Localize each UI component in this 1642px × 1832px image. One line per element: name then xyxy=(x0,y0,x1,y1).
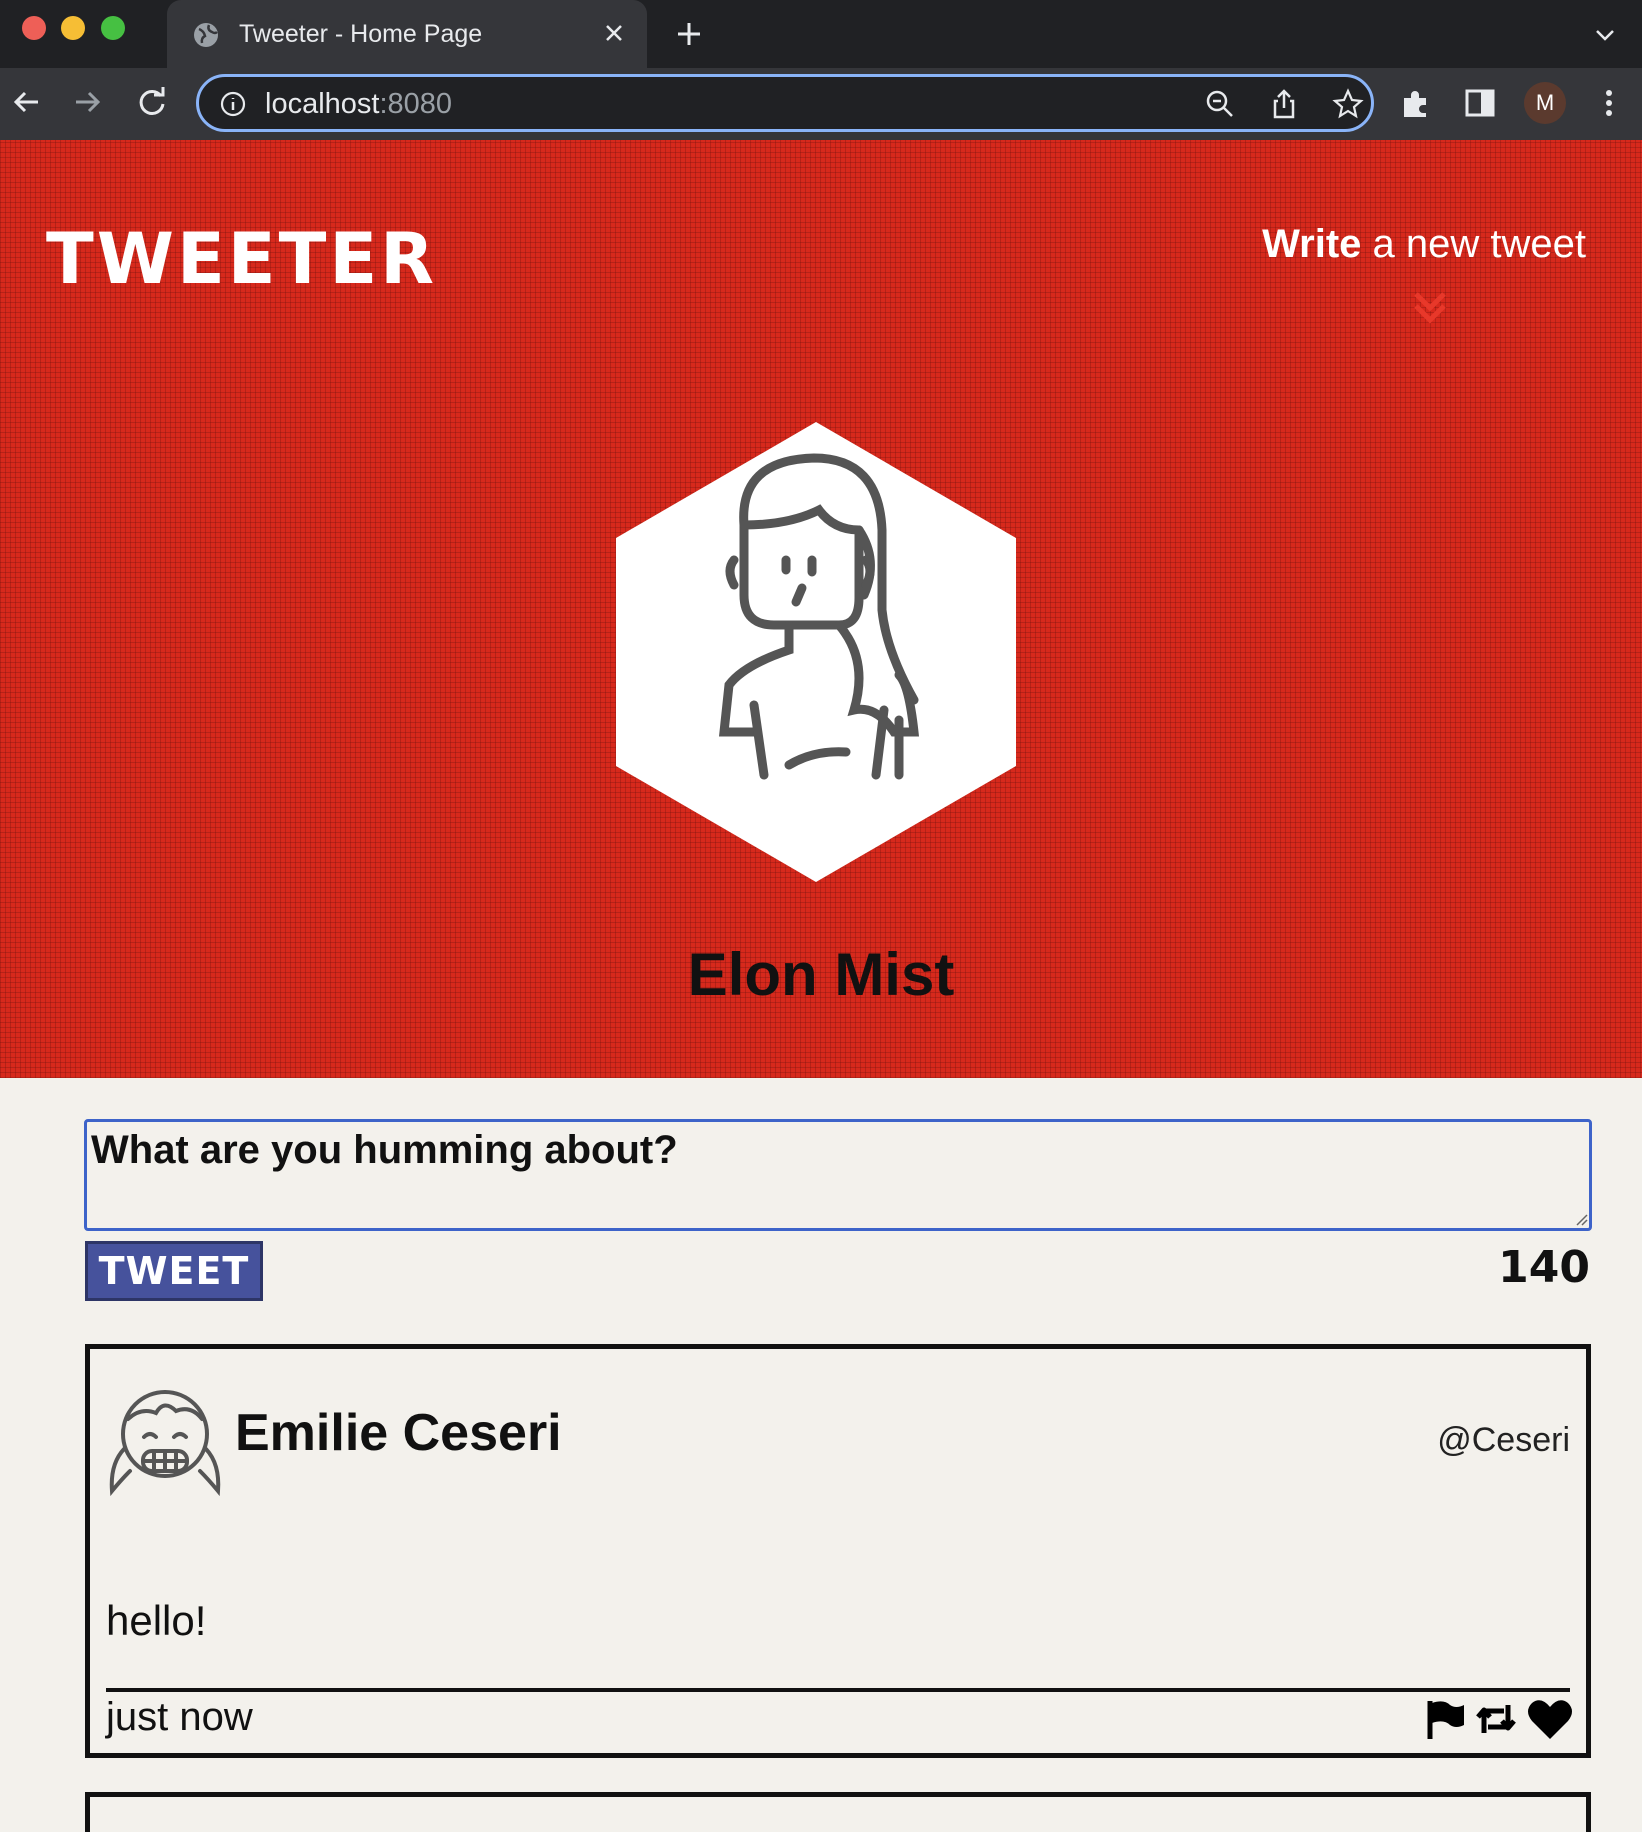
browser-chrome: Tweeter - Home Page localhost:8080 M xyxy=(0,0,1642,140)
address-bar[interactable]: localhost:8080 xyxy=(196,74,1374,132)
close-icon[interactable] xyxy=(599,18,629,48)
tweet-timestamp: just now xyxy=(106,1695,253,1739)
info-icon[interactable] xyxy=(219,90,247,118)
tweet-divider xyxy=(106,1688,1570,1692)
toolbar: localhost:8080 M xyxy=(0,68,1642,140)
extensions-icon[interactable] xyxy=(1399,86,1433,120)
write-new-tweet-link[interactable]: Write a new tweet xyxy=(1262,222,1586,267)
kebab-menu-icon[interactable] xyxy=(1592,86,1626,120)
tweet-author-handle: @Ceseri xyxy=(1437,1421,1570,1459)
profile-name: Elon Mist xyxy=(687,941,955,1008)
url-host: localhost xyxy=(265,88,380,120)
back-arrow-icon[interactable] xyxy=(6,82,46,122)
profile-avatar[interactable]: M xyxy=(1524,82,1566,124)
plus-icon[interactable] xyxy=(672,17,706,51)
sidepanel-icon[interactable] xyxy=(1463,86,1497,120)
retweet-icon[interactable] xyxy=(1474,1697,1518,1741)
tweet-actions xyxy=(1424,1697,1574,1745)
resize-grip-icon[interactable] xyxy=(1574,1212,1588,1226)
new-tweet-label: a new tweet xyxy=(1361,222,1586,266)
tab-strip: Tweeter - Home Page xyxy=(0,0,1642,68)
tweet-author-name: Emilie Ceseri xyxy=(235,1404,562,1462)
url-text: localhost:8080 xyxy=(265,88,452,121)
tab-home[interactable]: Tweeter - Home Page xyxy=(167,0,647,68)
globe-icon xyxy=(194,23,218,47)
minimize-window-button[interactable] xyxy=(61,16,85,40)
tweet-card-partial xyxy=(85,1792,1591,1832)
share-icon[interactable] xyxy=(1268,88,1300,120)
maximize-window-button[interactable] xyxy=(101,16,125,40)
character-counter: 140 xyxy=(1498,1242,1590,1293)
flag-icon[interactable] xyxy=(1424,1697,1468,1741)
star-icon[interactable] xyxy=(1332,88,1364,120)
tweet-content: hello! xyxy=(106,1597,207,1644)
tweet-compose-input[interactable] xyxy=(84,1119,1592,1231)
heart-icon[interactable] xyxy=(1526,1697,1574,1741)
chevron-down-icon[interactable] xyxy=(1592,22,1618,48)
tweet-card: Emilie Ceseri @Ceseri hello! just now xyxy=(85,1344,1591,1758)
page-header: TWEETER Write a new tweet Elon Mist xyxy=(0,140,1642,1078)
profile-avatar-hexagon xyxy=(616,422,1016,882)
girl-avatar-icon xyxy=(109,1390,221,1497)
close-window-button[interactable] xyxy=(22,16,46,40)
tweet-submit-button[interactable]: TWEET xyxy=(85,1241,263,1301)
double-chevron-down-icon[interactable] xyxy=(1410,288,1450,328)
url-port: :8080 xyxy=(379,88,453,120)
site-logo[interactable]: TWEETER xyxy=(46,218,437,300)
zoom-icon[interactable] xyxy=(1204,88,1236,120)
forward-arrow-icon[interactable] xyxy=(68,82,108,122)
write-label: Write xyxy=(1262,222,1362,266)
tab-title: Tweeter - Home Page xyxy=(239,20,483,48)
reload-icon[interactable] xyxy=(132,82,172,122)
